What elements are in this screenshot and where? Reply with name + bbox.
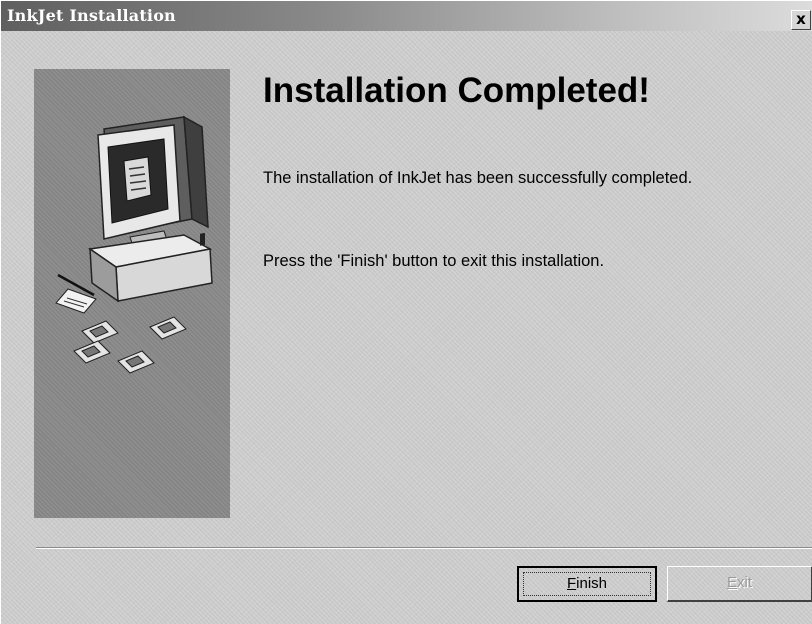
finish-button[interactable]: Finish: [517, 566, 657, 602]
exit-button-mnemonic: E: [726, 574, 737, 591]
side-illustration-panel: [34, 69, 230, 518]
title-bar[interactable]: InkJet Installation x: [1, 1, 812, 31]
separator-line: [36, 547, 812, 549]
focus-rectangle: [523, 572, 651, 596]
close-icon: x: [796, 10, 806, 28]
window-title: InkJet Installation: [7, 6, 176, 25]
completion-message: The installation of InkJet has been succ…: [263, 169, 693, 187]
installation-dialog: InkJet Installation x Installation Compl…: [0, 0, 812, 624]
exit-button: Exit: [667, 566, 812, 602]
close-button[interactable]: x: [791, 10, 811, 30]
instruction-message: Press the 'Finish' button to exit this i…: [263, 252, 605, 270]
exit-button-label: xit: [737, 574, 752, 591]
page-title: Installation Completed!: [263, 71, 650, 110]
computer-install-illustration: [55, 115, 213, 374]
